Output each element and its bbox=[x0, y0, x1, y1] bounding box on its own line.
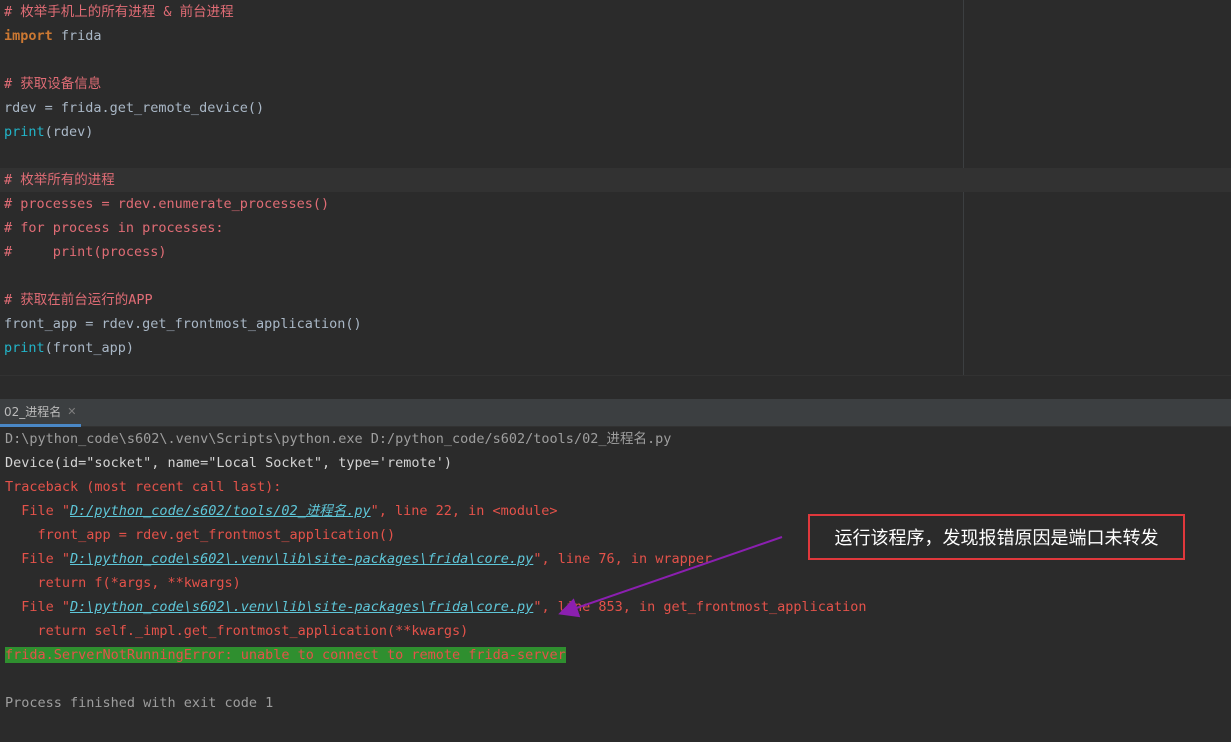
code-line[interactable]: # print(process) bbox=[0, 240, 1231, 264]
console-line: return f(*args, **kwargs) bbox=[0, 571, 1231, 595]
code-line[interactable]: # processes = rdev.enumerate_processes() bbox=[0, 192, 1231, 216]
annotation-text: 运行该程序，发现报错原因是端口未转发 bbox=[834, 528, 1159, 549]
console-line: Device(id="socket", name="Local Socket",… bbox=[0, 451, 1231, 475]
run-console-output[interactable]: D:\python_code\s602\.venv\Scripts\python… bbox=[0, 427, 1231, 742]
code-token: print bbox=[4, 340, 45, 356]
console-text: File " bbox=[5, 551, 71, 567]
console-text: File " bbox=[5, 599, 71, 615]
code-token: (front_app) bbox=[44, 340, 135, 356]
run-tab[interactable]: 02_进程名 ✕ bbox=[0, 399, 81, 427]
console-line: File "D:\python_code\s602\.venv\lib\site… bbox=[0, 595, 1231, 619]
console-line: D:\python_code\s602\.venv\Scripts\python… bbox=[0, 427, 1231, 451]
code-token: # processes = rdev.enumerate_processes() bbox=[4, 196, 330, 212]
console-text: ", line 76, in wrapper bbox=[533, 551, 713, 567]
annotation-callout: 运行该程序，发现报错原因是端口未转发 bbox=[808, 514, 1185, 560]
console-line: Process finished with exit code 1 bbox=[0, 691, 1231, 715]
run-tool-window-tabbar: 02_进程名 ✕ bbox=[0, 399, 1231, 427]
code-line[interactable]: print(front_app) bbox=[0, 336, 1231, 360]
code-token: # 获取在前台运行的APP bbox=[4, 292, 153, 308]
code-line[interactable]: print(rdev) bbox=[0, 120, 1231, 144]
code-token: print bbox=[4, 124, 45, 140]
code-token: import bbox=[4, 28, 53, 44]
code-token: # 枚举所有的进程 bbox=[4, 172, 115, 188]
code-token: # for process in processes: bbox=[4, 220, 224, 236]
error-message: frida.ServerNotRunningError: unable to c… bbox=[5, 647, 566, 663]
code-line[interactable]: # 枚举手机上的所有进程 & 前台进程 bbox=[0, 0, 1231, 24]
code-token: front_app = rdev.get_frontmost_applicati… bbox=[4, 316, 362, 332]
console-text: ", line 22, in <module> bbox=[370, 503, 558, 519]
console-text: File " bbox=[5, 503, 71, 519]
code-token: # 获取设备信息 bbox=[4, 76, 102, 92]
console-line: return self._impl.get_frontmost_applicat… bbox=[0, 619, 1231, 643]
code-line[interactable]: # 获取设备信息 bbox=[0, 72, 1231, 96]
code-token: # print(process) bbox=[4, 244, 167, 260]
file-link[interactable]: D:\python_code\s602\.venv\lib\site-packa… bbox=[70, 551, 533, 567]
code-token: rdev = frida.get_remote_device() bbox=[4, 100, 265, 116]
console-text: return f(*args, **kwargs) bbox=[5, 575, 241, 591]
code-line[interactable]: # 获取在前台运行的APP bbox=[0, 288, 1231, 312]
console-line: frida.ServerNotRunningError: unable to c… bbox=[0, 643, 1231, 667]
code-line[interactable] bbox=[0, 48, 1231, 72]
code-line[interactable]: rdev = frida.get_remote_device() bbox=[0, 96, 1231, 120]
code-line[interactable] bbox=[0, 264, 1231, 288]
console-line: Traceback (most recent call last): bbox=[0, 475, 1231, 499]
code-token: frida bbox=[52, 28, 102, 44]
console-text: return self._impl.get_frontmost_applicat… bbox=[5, 623, 469, 639]
console-text: Process finished with exit code 1 bbox=[5, 695, 274, 711]
close-icon[interactable]: ✕ bbox=[67, 405, 76, 418]
code-line[interactable]: import frida bbox=[0, 24, 1231, 48]
code-token: (rdev) bbox=[44, 124, 94, 140]
file-link[interactable]: D:/python_code/s602/tools/02_进程名.py bbox=[70, 503, 371, 519]
code-token: # 枚举手机上的所有进程 & 前台进程 bbox=[4, 4, 234, 20]
code-line[interactable]: front_app = rdev.get_frontmost_applicati… bbox=[0, 312, 1231, 336]
console-text: ", line 853, in get_frontmost_applicatio… bbox=[533, 599, 867, 615]
panel-divider[interactable] bbox=[0, 375, 1231, 399]
console-text: Device(id="socket", name="Local Socket",… bbox=[5, 455, 453, 471]
console-text: front_app = rdev.get_frontmost_applicati… bbox=[5, 527, 396, 543]
console-text: Traceback (most recent call last): bbox=[5, 479, 282, 495]
code-line[interactable]: # 枚举所有的进程 bbox=[0, 168, 1231, 192]
code-line[interactable] bbox=[0, 144, 1231, 168]
run-tab-label: 02_进程名 bbox=[4, 405, 62, 419]
console-text: D:\python_code\s602\.venv\Scripts\python… bbox=[5, 431, 672, 447]
code-editor[interactable]: # 枚举手机上的所有进程 & 前台进程 import frida # 获取设备信息 r… bbox=[0, 0, 1231, 375]
code-line[interactable]: # for process in processes: bbox=[0, 216, 1231, 240]
file-link[interactable]: D:\python_code\s602\.venv\lib\site-packa… bbox=[70, 599, 533, 615]
